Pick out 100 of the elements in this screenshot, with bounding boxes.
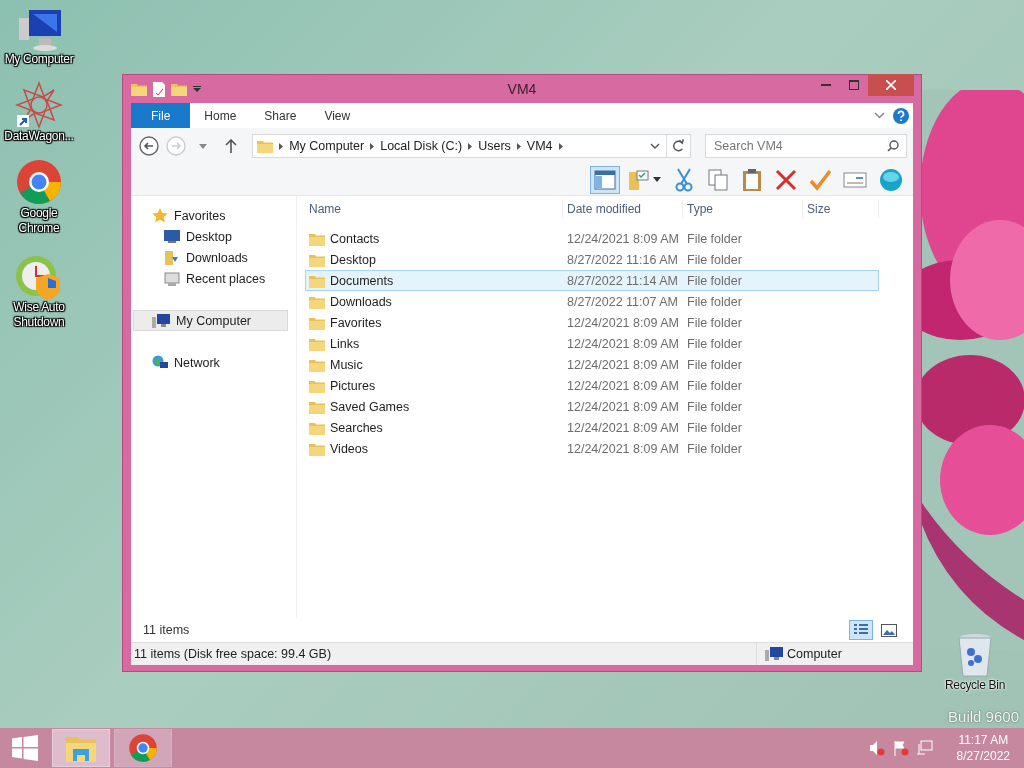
computer-icon	[152, 312, 170, 329]
breadcrumb[interactable]: Local Disk (C:)	[380, 139, 463, 153]
file-type: File folder	[687, 252, 742, 267]
date-modified: 8/27/2022 11:14 AM	[567, 273, 678, 288]
file-row[interactable]: Pictures 12/24/2021 8:09 AM File folder	[305, 375, 879, 396]
nav-item[interactable]: My Computer	[133, 310, 288, 331]
folder-icon	[309, 252, 325, 267]
file-row[interactable]: Downloads 8/27/2022 11:07 AM File folder	[305, 291, 879, 312]
recycle-bin-icon	[957, 632, 993, 678]
file-type: File folder	[687, 294, 742, 309]
date-modified: 12/24/2021 8:09 AM	[567, 231, 679, 246]
folder-icon	[131, 82, 147, 96]
new-folder-icon	[171, 82, 187, 96]
checkmark-icon	[809, 168, 831, 191]
preview-pane-icon	[594, 169, 616, 190]
nav-item[interactable]: Favorites	[133, 205, 288, 226]
close-button[interactable]	[868, 74, 914, 96]
chevron-right-icon	[370, 142, 375, 150]
file-row[interactable]: Documents 8/27/2022 11:14 AM File folder	[305, 270, 879, 291]
nav-item[interactable]: Desktop	[133, 226, 288, 247]
chevron-down-icon[interactable]	[650, 143, 660, 149]
file-row[interactable]: Links 12/24/2021 8:09 AM File folder	[305, 333, 879, 354]
date-modified: 12/24/2021 8:09 AM	[567, 315, 679, 330]
date-modified: 12/24/2021 8:09 AM	[567, 420, 679, 435]
column-header[interactable]: Name	[305, 200, 563, 218]
nav-item[interactable]: Downloads	[133, 247, 288, 268]
folder-icon	[309, 294, 325, 309]
image-icon	[881, 623, 897, 637]
desktop-icon-label[interactable]: Recycle Bin	[944, 678, 1006, 692]
file-name: Links	[330, 336, 360, 351]
file-type: File folder	[687, 420, 742, 435]
nav-item[interactable]: Recent places	[133, 268, 288, 289]
flag-icon[interactable]	[892, 740, 909, 756]
breadcrumb[interactable]: My Computer	[289, 139, 365, 153]
breadcrumb[interactable]: Users	[478, 139, 511, 153]
file-row[interactable]: Favorites 12/24/2021 8:09 AM File folder	[305, 312, 879, 333]
file-type: File folder	[687, 357, 742, 372]
breadcrumb[interactable]: VM4	[526, 139, 553, 153]
status-text: 11 items (Disk free space: 99.4 GB)	[131, 643, 757, 665]
file-type: File folder	[687, 441, 742, 456]
column-header[interactable]: Size	[803, 200, 879, 218]
item-count: 11 items	[143, 623, 190, 637]
window-title: VM4	[506, 81, 538, 97]
file-row[interactable]: Contacts 12/24/2021 8:09 AM File folder	[305, 228, 879, 249]
taskbar-app-button[interactable]	[114, 729, 172, 767]
file-row[interactable]: Videos 12/24/2021 8:09 AM File folder	[305, 438, 879, 459]
file-type: File folder	[687, 378, 742, 393]
folder-icon	[309, 357, 325, 372]
chevron-right-icon	[468, 142, 473, 150]
date-modified: 12/24/2021 8:09 AM	[567, 399, 679, 414]
muted-speaker-icon[interactable]	[868, 740, 885, 756]
network-icon	[152, 354, 168, 371]
file-row[interactable]: Music 12/24/2021 8:09 AM File folder	[305, 354, 879, 375]
maximize-icon	[849, 80, 859, 90]
file-name: Videos	[330, 441, 368, 456]
folder-icon	[309, 420, 325, 435]
file-row[interactable]: Searches 12/24/2021 8:09 AM File folder	[305, 417, 879, 438]
watermark-text: Build 9600	[948, 708, 1019, 725]
chevron-down-icon[interactable]	[874, 112, 885, 119]
details-view-button[interactable]	[849, 620, 873, 640]
file-name: Favorites	[330, 315, 382, 330]
column-header[interactable]: Date modified	[563, 200, 683, 218]
chevron-right-icon	[279, 142, 284, 150]
file-type: File folder	[687, 273, 742, 288]
file-name: Pictures	[330, 378, 376, 393]
file-name: Downloads	[330, 294, 392, 309]
column-header[interactable]: Type	[683, 200, 803, 218]
close-icon	[886, 80, 896, 90]
delete-icon	[775, 168, 797, 191]
computer-icon	[765, 646, 783, 662]
file-row[interactable]: Saved Games 12/24/2021 8:09 AM File folder	[305, 396, 879, 417]
download-folder-icon	[164, 249, 180, 266]
file-name: Searches	[330, 420, 383, 435]
folder-icon	[309, 441, 325, 456]
nav-item[interactable]: Network	[133, 352, 288, 373]
details-list-icon	[853, 623, 869, 637]
caret-icon[interactable]	[193, 86, 201, 92]
toolbar-button[interactable]	[590, 165, 620, 194]
globe-icon	[879, 167, 903, 192]
date-modified: 12/24/2021 8:09 AM	[567, 441, 679, 456]
search-field[interactable]: Search VM4	[705, 134, 907, 158]
file-name: Desktop	[330, 252, 376, 267]
folder-icon	[257, 139, 274, 153]
address-bar[interactable]: My Computer Local Disk (C:) Users VM4	[252, 134, 691, 158]
help-icon[interactable]	[893, 107, 909, 124]
file-type: File folder	[687, 315, 742, 330]
file-tab[interactable]: File	[131, 103, 191, 128]
file-type: File folder	[687, 231, 742, 246]
date-modified: 8/27/2022 11:16 AM	[567, 252, 678, 267]
chrome-icon	[15, 158, 63, 206]
chevron-right-icon	[516, 142, 521, 150]
folder-options-icon	[628, 168, 650, 191]
up-arrow-icon	[224, 139, 237, 153]
folder-icon	[309, 315, 325, 330]
properties-icon[interactable]	[153, 81, 165, 97]
back-button[interactable]	[137, 134, 161, 158]
folder-icon	[309, 273, 325, 288]
folder-icon	[309, 399, 325, 414]
file-row[interactable]: Desktop 8/27/2022 11:16 AM File folder	[305, 249, 879, 270]
folder-icon	[309, 378, 325, 393]
